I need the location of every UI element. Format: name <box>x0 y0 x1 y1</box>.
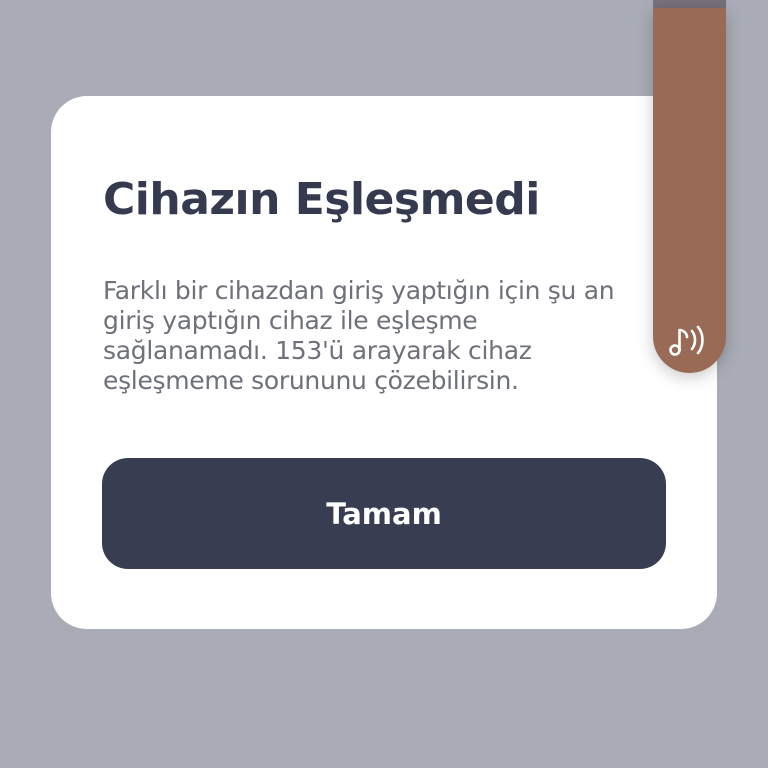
device-mismatch-dialog: Cihazın Eşleşmedi Farklı bir cihazdan gi… <box>51 96 717 629</box>
dialog-title: Cihazın Eşleşmedi <box>103 174 540 225</box>
ok-button[interactable]: Tamam <box>102 458 666 569</box>
sound-note-icon <box>669 325 704 356</box>
audio-assist-tab[interactable] <box>653 8 726 373</box>
dialog-message: Farklı bir cihazdan giriş yaptığın için … <box>103 276 615 395</box>
